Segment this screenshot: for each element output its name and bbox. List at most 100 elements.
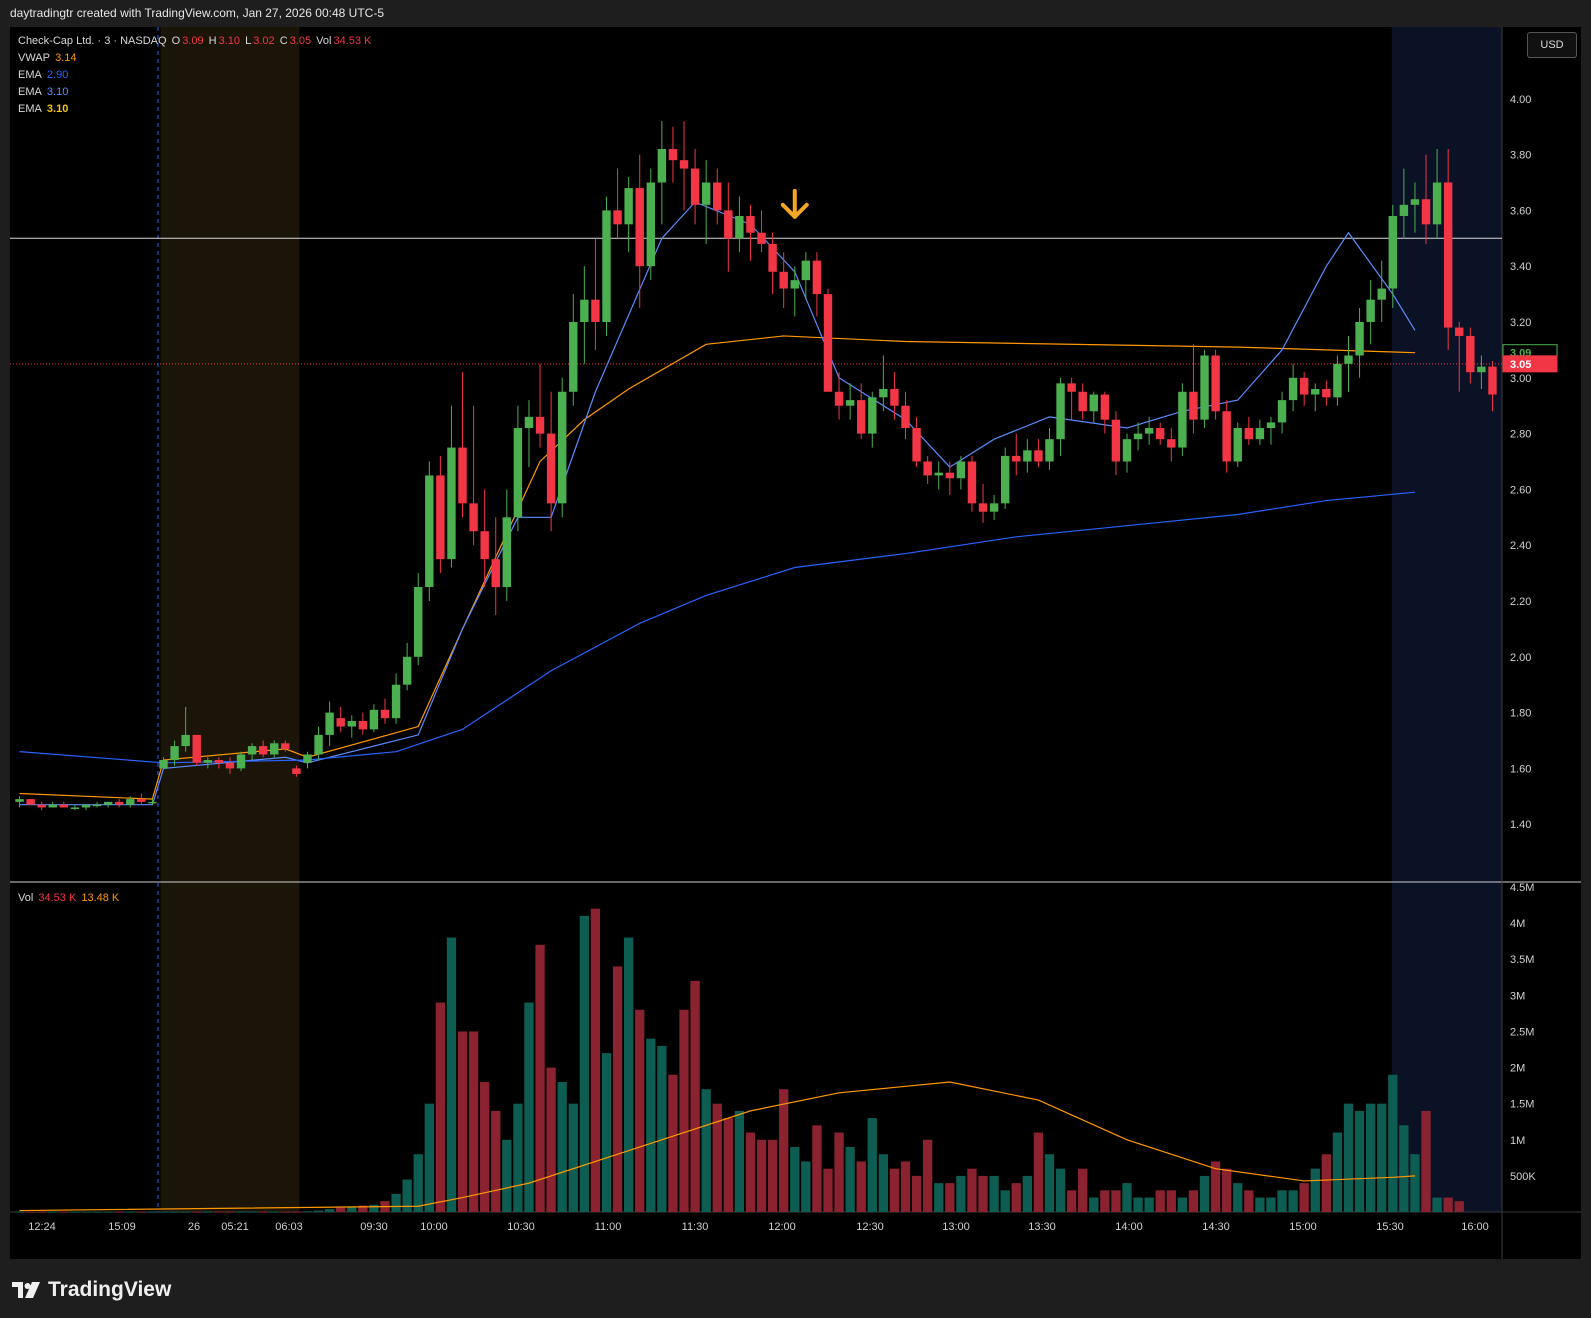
price-tick-label: 1.80 bbox=[1510, 708, 1531, 720]
volume-bar bbox=[635, 1009, 645, 1212]
candle-body bbox=[569, 322, 578, 392]
volume-bar bbox=[214, 1211, 224, 1213]
candle-body bbox=[1443, 182, 1453, 328]
volume-bar bbox=[1277, 1190, 1287, 1212]
candle bbox=[868, 391, 877, 448]
candle-body bbox=[1432, 182, 1442, 225]
volume-bar bbox=[1332, 1132, 1343, 1212]
volume-bar bbox=[413, 1154, 423, 1212]
volume-bar bbox=[767, 1139, 778, 1212]
candle-body bbox=[81, 804, 91, 808]
tradingview-icon bbox=[12, 1282, 40, 1298]
ema1-label: EMA bbox=[18, 69, 42, 81]
candle bbox=[845, 383, 855, 420]
candle-body bbox=[1410, 199, 1420, 205]
volume-bar bbox=[1089, 1197, 1099, 1212]
volume-bar bbox=[324, 1209, 335, 1212]
volume-bar bbox=[1388, 1074, 1398, 1212]
candle-body bbox=[690, 168, 700, 205]
candle bbox=[624, 176, 633, 253]
candle-body bbox=[192, 734, 201, 763]
candle-body bbox=[834, 391, 844, 406]
candle bbox=[857, 383, 866, 440]
candle bbox=[790, 266, 799, 317]
ema3-legend[interactable]: EMA 3.10 bbox=[18, 103, 70, 115]
candle-body bbox=[956, 461, 966, 479]
candle bbox=[1045, 428, 1054, 470]
candle bbox=[1266, 416, 1276, 445]
volume-bar bbox=[823, 1168, 833, 1212]
candle-body bbox=[225, 762, 235, 769]
volume-bar bbox=[1365, 1103, 1376, 1212]
candle bbox=[1122, 433, 1132, 473]
volume-bar bbox=[1000, 1190, 1010, 1212]
candle bbox=[989, 494, 999, 521]
candle bbox=[1078, 383, 1087, 420]
symbol-name[interactable]: Check-Cap Ltd. · 3 · NASDAQ bbox=[18, 35, 167, 47]
candle-body bbox=[37, 804, 46, 808]
volume-bar bbox=[535, 944, 545, 1212]
candle-body bbox=[1211, 355, 1220, 412]
volume-bar bbox=[1100, 1190, 1110, 1212]
time-tick-label: 15:09 bbox=[108, 1221, 136, 1233]
volume-bar bbox=[103, 1211, 113, 1213]
candle-body bbox=[746, 215, 755, 233]
candle-body bbox=[602, 210, 611, 322]
time-tick-label: 15:00 bbox=[1289, 1221, 1317, 1233]
candle-body bbox=[1488, 366, 1497, 395]
tradingview-logo[interactable]: TradingView bbox=[12, 1278, 171, 1302]
volume-bar bbox=[114, 1211, 124, 1213]
candle-body bbox=[137, 799, 146, 802]
candle-body bbox=[1023, 450, 1032, 462]
ema2-label: EMA bbox=[18, 86, 42, 98]
volume-bar bbox=[446, 937, 457, 1212]
volume-bar bbox=[934, 1183, 944, 1212]
candle bbox=[336, 707, 345, 733]
candle bbox=[37, 801, 46, 811]
volume-tick-label: 500K bbox=[1510, 1171, 1536, 1183]
candle bbox=[646, 168, 655, 281]
time-tick-label: 16:00 bbox=[1461, 1221, 1489, 1233]
candle-body bbox=[469, 503, 478, 532]
volume-bar bbox=[313, 1210, 324, 1212]
candle-body bbox=[1200, 355, 1209, 420]
chart-frame[interactable]: 1.40 1.60 1.80 2.00 2.20 2.40 2.60 2.80 3.00 3.20… bbox=[10, 27, 1581, 1259]
volume-bar bbox=[302, 1211, 313, 1213]
ema2-legend[interactable]: EMA 3.10 bbox=[18, 86, 70, 98]
time-tick-label: 13:00 bbox=[942, 1221, 970, 1233]
volume-bar bbox=[756, 1139, 767, 1212]
vwap-legend[interactable]: VWAP 3.14 bbox=[18, 52, 78, 64]
volume-pane-legend[interactable]: Vol 34.53 K 13.48 K bbox=[18, 892, 121, 904]
candle-body bbox=[1466, 335, 1475, 373]
currency-button[interactable]: USD bbox=[1527, 32, 1577, 58]
chart-canvas[interactable]: 1.40 1.60 1.80 2.00 2.20 2.40 2.60 2.80 3.00 3.20… bbox=[10, 27, 1581, 1259]
volume-bar bbox=[37, 1211, 47, 1213]
time-tick-label: 11:30 bbox=[682, 1221, 709, 1233]
candle bbox=[679, 121, 689, 211]
volume-bar bbox=[657, 1045, 667, 1212]
candle-body bbox=[1034, 450, 1043, 462]
candle-body bbox=[613, 210, 622, 225]
ema1-legend[interactable]: EMA 2.90 bbox=[18, 69, 70, 81]
volume-bar bbox=[557, 1082, 567, 1212]
ohlc-open-label: O bbox=[171, 35, 181, 47]
candle-body bbox=[879, 388, 888, 398]
candle-body bbox=[1377, 288, 1386, 300]
candle bbox=[945, 461, 955, 495]
candle-body bbox=[1322, 388, 1331, 398]
volume-bar bbox=[147, 1211, 158, 1213]
candle bbox=[613, 168, 622, 239]
volume-bar bbox=[701, 1089, 711, 1212]
candle bbox=[436, 455, 445, 574]
candle bbox=[524, 400, 534, 468]
time-tick-label: 09:30 bbox=[360, 1221, 388, 1233]
premarket-band bbox=[160, 27, 300, 1212]
candle-body bbox=[303, 754, 312, 763]
volume-bar bbox=[457, 1031, 468, 1212]
candle bbox=[657, 121, 667, 225]
candle bbox=[701, 160, 711, 244]
candle-body bbox=[115, 801, 124, 805]
candle-body bbox=[447, 447, 456, 560]
candle bbox=[1178, 383, 1187, 456]
candle bbox=[1089, 391, 1098, 423]
